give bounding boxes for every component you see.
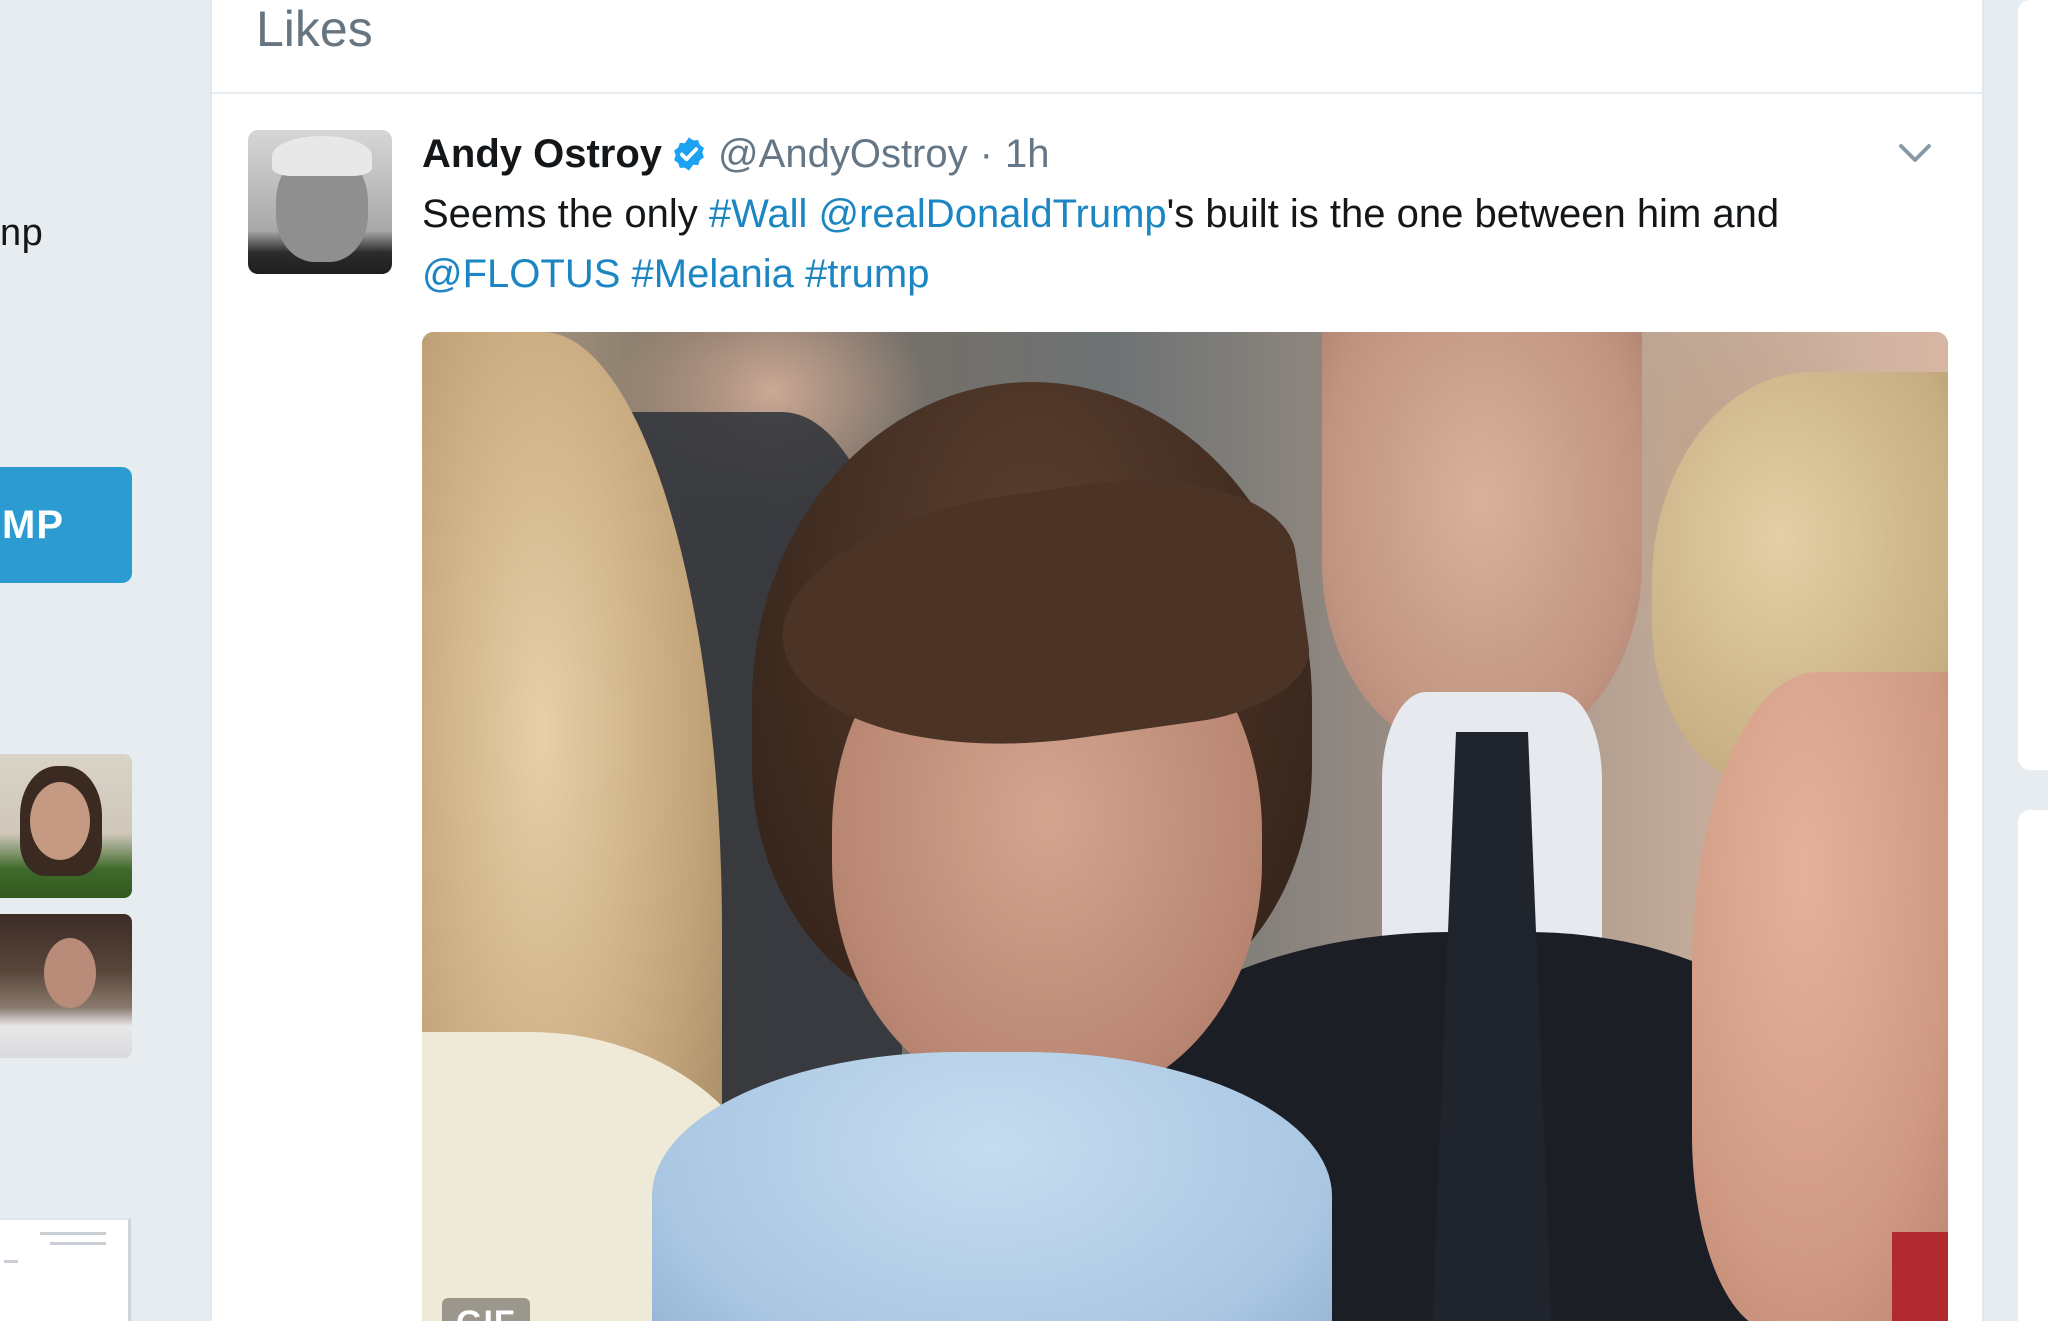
photo-thumbnail[interactable] [0, 914, 132, 1058]
right-sidebar-card [2018, 0, 2048, 770]
author-handle[interactable]: @AndyOstroy [718, 132, 968, 177]
page: np MP Likes Andy Ostroy @AndyOstroy · 1h… [0, 0, 2048, 1321]
left-sidebar: np MP [0, 0, 132, 1321]
chevron-down-icon[interactable] [1894, 132, 1936, 174]
separator-dot: · [979, 131, 993, 176]
tweet-text-segment [794, 252, 805, 296]
mention-link[interactable]: @realDonaldTrump [819, 192, 1167, 236]
timeline-card: Likes Andy Ostroy @AndyOstroy · 1h Seems… [210, 0, 1984, 1321]
hashtag-link[interactable]: #Melania [632, 252, 794, 296]
gif-badge: GIF [442, 1298, 530, 1321]
author-name[interactable]: Andy Ostroy [422, 132, 662, 177]
tweet-timestamp[interactable]: 1h [1005, 132, 1050, 177]
right-sidebar-card [2018, 810, 2048, 1321]
tweet-text-segment [620, 252, 631, 296]
hashtag-link[interactable]: #trump [805, 252, 930, 296]
verified-badge-icon [674, 137, 704, 171]
tweet-text-segment [807, 192, 818, 236]
avatar[interactable] [248, 130, 392, 274]
tweet-text-segment: Seems the only [422, 192, 709, 236]
mention-link[interactable]: @FLOTUS [422, 252, 620, 296]
hashtag-link[interactable]: #Wall [709, 192, 808, 236]
tweet-text: Seems the only #Wall @realDonaldTrump's … [422, 184, 1942, 304]
tweet-text-segment: 's built is the one between him and [1166, 192, 1780, 236]
section-header: Likes [212, 0, 1982, 94]
left-profile-text: np [0, 212, 44, 254]
photo-thumbnail[interactable] [0, 754, 132, 898]
tweet-header: Andy Ostroy @AndyOstroy · 1h [422, 126, 1049, 182]
section-title: Likes [256, 1, 373, 57]
tweet-media-gif[interactable]: GIF [422, 332, 1948, 1321]
left-follow-button[interactable]: MP [0, 467, 132, 583]
document-thumbnail[interactable] [0, 1218, 131, 1321]
tweet[interactable]: Andy Ostroy @AndyOstroy · 1h Seems the o… [212, 96, 1982, 1321]
